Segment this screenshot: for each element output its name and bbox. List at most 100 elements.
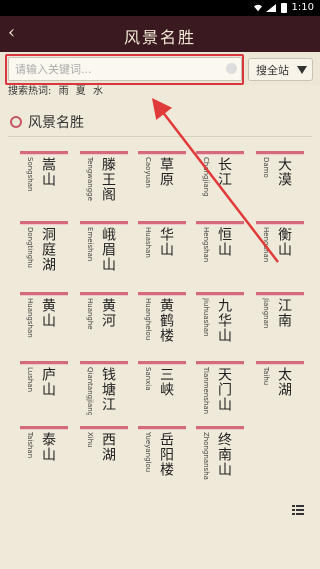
accent-bar-light [196,295,244,296]
place-name: 黄河 [100,298,116,328]
accent-bar-light [196,429,244,430]
signal-icon [266,4,276,12]
accent-bar-light [80,154,128,155]
search-box[interactable] [8,57,242,81]
hot-keywords-label: 搜索热词: [8,86,52,97]
place-pinyin: Huangshan [26,298,34,338]
place-item[interactable]: Damo 大漠 [256,151,304,205]
place-name: 滕王阁 [100,157,116,202]
place-item[interactable]: Hengshan 衡山 [256,221,304,275]
place-pinyin: Huanghe [86,298,94,330]
place-item[interactable]: Huashan 华山 [138,221,186,275]
place-item[interactable]: Taishan 泰山 [20,426,68,480]
accent-bar-light [20,154,68,155]
place-pinyin: Zhongnanshan [202,432,210,480]
place-name: 九华山 [216,298,232,343]
place-item[interactable]: Tengwangge 滕王阁 [80,151,128,205]
place-item[interactable]: Zhongnanshan 终南山 [196,426,244,480]
place-pinyin: Songshan [26,157,34,192]
place-pinyin: Jiangnan [262,298,270,329]
search-input[interactable] [13,59,232,79]
place-name: 恒山 [216,227,232,257]
accent-bar-light [80,429,128,430]
place-name: 岳阳楼 [158,432,174,477]
place-pinyin: Lushan [26,367,34,393]
place-pinyin: Emeishan [86,227,94,262]
place-name: 黄鹤楼 [158,298,174,343]
accent-bar-light [138,295,186,296]
place-pinyin: Huanghelou [144,298,152,341]
place-pinyin: Tianmenshan [202,367,210,415]
place-pinyin: Taishan [26,432,34,459]
battery-icon [281,3,287,13]
section-title: 风景名胜 [28,115,84,131]
place-pinyin: Damo [262,157,270,178]
place-name: 峨眉山 [100,227,116,272]
accent-bar-light [256,224,304,225]
place-item[interactable]: Tianmenshan 天门山 [196,361,244,415]
place-item[interactable]: Jiuhuashan 九华山 [196,292,244,346]
place-item[interactable]: Songshan 嵩山 [20,151,68,205]
divider [8,136,312,137]
place-name: 泰山 [40,432,56,462]
chevron-down-icon [297,66,307,74]
accent-bar-light [20,295,68,296]
place-pinyin: Changjiang [202,157,210,197]
place-name: 江南 [276,298,292,328]
accent-bar-light [138,364,186,365]
accent-bar-light [80,364,128,365]
hot-keyword-3[interactable]: 水 [93,86,103,97]
place-item[interactable]: Sanxia 三峡 [138,361,186,415]
place-name: 华山 [158,227,174,257]
place-pinyin: Hengshan [262,227,270,263]
accent-bar-light [256,364,304,365]
clear-icon[interactable] [226,63,237,74]
place-pinyin: Dongtinghu [26,227,34,268]
place-pinyin: Xihu [86,432,94,448]
place-item[interactable]: Xihu 西湖 [80,426,128,480]
place-item[interactable]: Caoyuan 草原 [138,151,186,205]
accent-bar-light [196,224,244,225]
place-name: 嵩山 [40,157,56,187]
status-time: 1:10 [291,2,314,13]
accent-bar-light [20,429,68,430]
accent-bar-light [256,295,304,296]
search-scope-label: 搜全站 [256,64,289,77]
place-name: 庐山 [40,367,56,397]
place-item[interactable]: Lushan 庐山 [20,361,68,415]
place-item[interactable]: Taihu 太湖 [256,361,304,415]
place-name: 钱塘江 [100,367,116,412]
wifi-icon [254,4,262,12]
place-item[interactable]: Emeishan 峨眉山 [80,221,128,275]
place-name: 终南山 [216,432,232,477]
search-scope-dropdown[interactable]: 搜全站 [248,58,313,81]
place-pinyin: Yueyanglou [144,432,152,473]
place-item[interactable]: Qiantangjiang 钱塘江 [80,361,128,415]
accent-bar-light [256,154,304,155]
accent-bar-light [196,154,244,155]
accent-bar-light [196,364,244,365]
accent-bar-light [138,429,186,430]
hot-keyword-1[interactable]: 雨 [59,86,69,97]
place-pinyin: Qiantangjiang [86,367,94,415]
place-pinyin: Caoyuan [144,157,152,188]
place-item[interactable]: Dongtinghu 洞庭湖 [20,221,68,275]
place-item[interactable]: Huanghelou 黄鹤楼 [138,292,186,346]
place-item[interactable]: Huanghe 黄河 [80,292,128,346]
place-name: 大漠 [276,157,292,187]
place-name: 西湖 [100,432,116,462]
place-name: 太湖 [276,367,292,397]
app-bar: ‹ 风景名胜 [0,16,320,52]
place-item[interactable]: Changjiang 长江 [196,151,244,205]
place-item[interactable]: Yueyanglou 岳阳楼 [138,426,186,480]
accent-bar-light [20,224,68,225]
list-icon[interactable] [292,504,304,516]
place-item[interactable]: Huangshan 黄山 [20,292,68,346]
hot-keyword-2[interactable]: 夏 [76,86,86,97]
place-name: 天门山 [216,367,232,412]
place-pinyin: Huashan [144,227,152,258]
hot-keywords: 搜索热词: 雨 夏 水 [8,82,103,97]
circle-icon [10,116,22,128]
place-item[interactable]: Jiangnan 江南 [256,292,304,346]
place-item[interactable]: Hengshan 恒山 [196,221,244,275]
